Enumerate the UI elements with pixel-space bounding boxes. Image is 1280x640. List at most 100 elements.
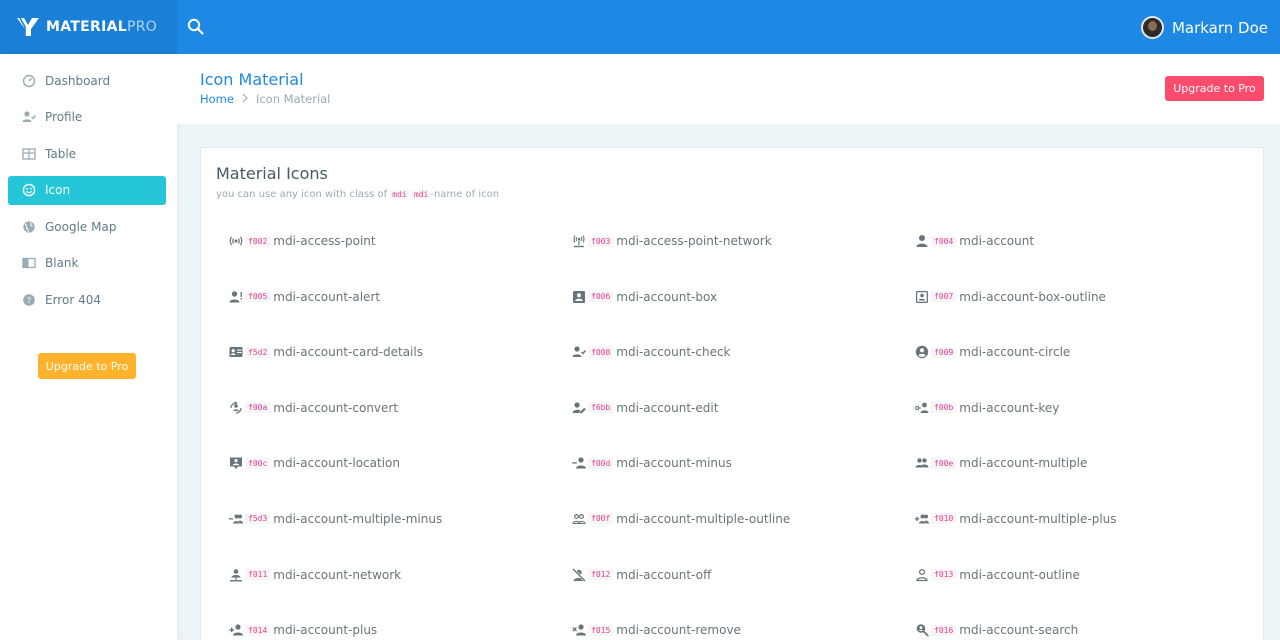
icon-name: mdi-account-location [273, 456, 400, 471]
user-menu[interactable]: Markarn Doe [1140, 16, 1268, 39]
account-box-outline-icon [914, 289, 929, 304]
icon-list-item[interactable]: f5d3 mdi-account-multiple-minus [216, 505, 559, 533]
icon-name: mdi-account-outline [959, 567, 1080, 582]
sidebar-item-google-map[interactable]: Google Map [8, 212, 166, 241]
icon-code: f010 [931, 513, 957, 525]
account-multiple-minus-icon [228, 511, 243, 526]
icon-code: f00f [588, 513, 614, 525]
icon-list-item[interactable]: f6bb mdi-account-edit [559, 394, 902, 422]
icon-list-item[interactable]: f014 mdi-account-plus [216, 616, 559, 640]
page-title: Icon Material [200, 70, 304, 89]
icon-list-item[interactable]: f009 mdi-account-circle [902, 338, 1245, 366]
icon-name: mdi-account-search [959, 623, 1079, 638]
icon-code: f008 [588, 346, 614, 358]
gauge-icon [22, 74, 36, 88]
icon-list-item[interactable]: f005 mdi-account-alert [216, 283, 559, 311]
icon-code: f003 [588, 235, 614, 247]
icon-list-item[interactable]: f011 mdi-account-network [216, 561, 559, 589]
sidebar-item-blank[interactable]: Blank [8, 249, 166, 278]
card-title: Material Icons [216, 164, 328, 183]
help-circle-icon: ? [22, 293, 36, 307]
sidebar-item-icon[interactable]: Icon [8, 175, 166, 205]
icon-name: mdi-account-multiple-outline [616, 511, 791, 526]
icon-list-item[interactable]: f00d mdi-account-minus [559, 449, 902, 477]
icon-list-item[interactable]: f007 mdi-account-box-outline [902, 283, 1245, 311]
user-name: Markarn Doe [1171, 18, 1268, 37]
icon-code: f00d [588, 457, 614, 469]
account-box-icon [571, 289, 586, 304]
icon-code: f6bb [588, 402, 614, 414]
icon-list-item[interactable]: f00c mdi-account-location [216, 449, 559, 477]
icon-list-item[interactable]: f00e mdi-account-multiple [902, 449, 1245, 477]
icon-name: mdi-access-point [273, 234, 376, 248]
icon-code: f00b [931, 402, 957, 414]
icon-list-item[interactable]: f5d2 mdi-account-card-details [216, 338, 559, 366]
account-minus-icon [571, 456, 586, 471]
icon-name: mdi-account-network [273, 567, 402, 582]
icon-list-item[interactable]: f00b mdi-account-key [902, 394, 1245, 422]
breadcrumb: Home Icon Material [200, 92, 330, 106]
icon-name: mdi-account-alert [273, 289, 381, 304]
icon-code: f013 [931, 569, 957, 581]
icon-list-item[interactable]: f00f mdi-account-multiple-outline [559, 505, 902, 533]
account-search-icon [914, 623, 929, 638]
sidebar-upgrade-button[interactable]: Upgrade to Pro [38, 353, 136, 379]
icon-name: mdi-account-edit [616, 400, 719, 415]
icon-code: f011 [245, 569, 271, 581]
icon-list-item[interactable]: f012 mdi-account-off [559, 561, 902, 589]
account-card-details-icon [228, 345, 243, 360]
icon-list-item[interactable]: f013 mdi-account-outline [902, 561, 1245, 589]
book-open-icon [22, 256, 36, 270]
icon-list-item[interactable]: f00a mdi-account-convert [216, 394, 559, 422]
icon-list-item[interactable]: f003 mdi-access-point-network [559, 227, 902, 255]
icon-code: f014 [245, 624, 271, 636]
account-edit-icon [571, 400, 586, 415]
icon-code: f007 [931, 291, 957, 303]
sidebar-item-label: Icon [45, 183, 71, 197]
account-network-icon [228, 567, 243, 582]
sidebar-item-profile[interactable]: Profile [8, 103, 166, 132]
icon-name: mdi-account-remove [616, 623, 741, 638]
account-check-icon [22, 110, 36, 124]
icon-name: mdi-account-box [616, 289, 718, 304]
account-remove-icon [571, 623, 586, 638]
icons-card: Material Icons you can use any icon with… [200, 147, 1264, 640]
icon-name: mdi-account [959, 234, 1035, 248]
sidebar-item-dashboard[interactable]: Dashboard [8, 66, 166, 95]
breadcrumb-current: Icon Material [255, 92, 331, 106]
access-point-icon [228, 234, 243, 249]
icon-code: f5d3 [245, 513, 271, 525]
icon-list-item[interactable]: f002 mdi-access-point [216, 227, 559, 255]
account-multiple-icon [914, 456, 929, 471]
sidebar-item-table[interactable]: Table [8, 139, 166, 168]
icon-list-item[interactable]: f004 mdi-account [902, 227, 1245, 255]
brand-logo[interactable]: MATERIALPRO [0, 0, 177, 54]
icon-code: f5d2 [245, 346, 271, 358]
account-outline-icon [914, 567, 929, 582]
page-header: Icon Material Home Icon Material Upgrade… [177, 54, 1280, 124]
account-key-icon [914, 400, 929, 415]
icon-list-item[interactable]: f010 mdi-account-multiple-plus [902, 505, 1245, 533]
icon-list-item[interactable]: f008 mdi-account-check [559, 338, 902, 366]
sidebar-item-label: Profile [45, 110, 83, 124]
account-multiple-plus-icon [914, 511, 929, 526]
logo-icon [16, 16, 40, 38]
icon-name: mdi-account-convert [273, 400, 399, 415]
header-upgrade-button[interactable]: Upgrade to Pro [1165, 76, 1264, 101]
breadcrumb-home-link[interactable]: Home [200, 92, 234, 106]
account-multiple-outline-icon [571, 511, 586, 526]
icon-name: mdi-account-multiple-plus [959, 511, 1117, 526]
sidebar-item-label: Blank [45, 256, 79, 270]
earth-icon [22, 220, 36, 234]
icon-name: mdi-account-multiple [959, 456, 1088, 471]
icon-name: mdi-account-box-outline [959, 289, 1106, 304]
icon-list-item[interactable]: f016 mdi-account-search [902, 616, 1245, 640]
icon-name: mdi-account-off [616, 567, 712, 582]
icon-list-item[interactable]: f015 mdi-account-remove [559, 616, 902, 640]
sidebar-item-error-404[interactable]: ? Error 404 [8, 285, 166, 314]
icon-code: f00e [931, 457, 957, 469]
account-alert-icon [228, 289, 243, 304]
icon-code: f015 [588, 624, 614, 636]
search-icon[interactable] [186, 17, 206, 37]
icon-list-item[interactable]: f006 mdi-account-box [559, 283, 902, 311]
